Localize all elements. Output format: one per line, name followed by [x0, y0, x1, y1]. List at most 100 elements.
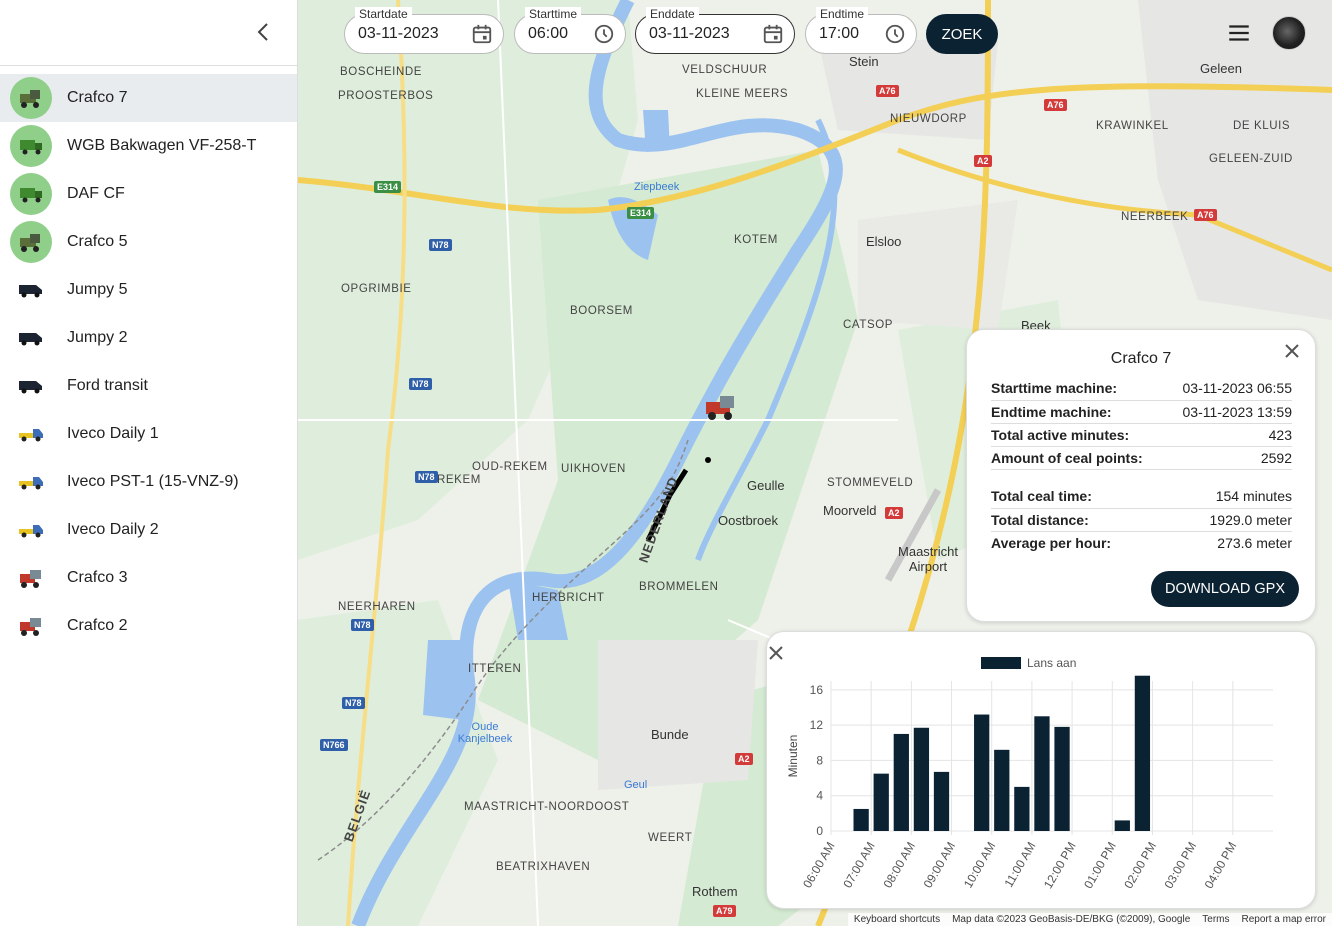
map-place-label: Geulle: [747, 478, 785, 493]
close-icon[interactable]: [767, 644, 785, 662]
map-place-label: BOORSEM: [570, 305, 633, 317]
info-value: 423: [1165, 423, 1292, 447]
x-tick-label: 01:00 PM: [1081, 840, 1119, 891]
chart-bar: [853, 808, 869, 831]
vehicle-list-item[interactable]: Ford transit: [0, 362, 297, 410]
x-tick-label: 06:00 AM: [800, 839, 837, 890]
info-row: Endtime machine: 03-11-2023 13:59: [991, 400, 1292, 424]
sidebar-header: [0, 0, 297, 66]
vehicle-list-item[interactable]: Iveco Daily 2: [0, 506, 297, 554]
y-tick-label: 12: [810, 718, 824, 732]
calendar-icon[interactable]: [471, 23, 493, 45]
road-shield: N78: [342, 697, 365, 709]
enddate-field[interactable]: Enddate: [635, 7, 795, 54]
vehicle-list-item[interactable]: Crafco 2: [0, 602, 297, 650]
info-value: 03-11-2023 13:59: [1165, 400, 1292, 424]
calendar-icon[interactable]: [762, 23, 784, 45]
chevron-left-icon[interactable]: [252, 20, 276, 44]
chart-bar: [1014, 786, 1030, 831]
legend-swatch: [981, 657, 1021, 669]
info-title: Crafco 7: [1110, 350, 1172, 367]
startdate-field[interactable]: Startdate: [344, 7, 504, 54]
endtime-input[interactable]: [819, 25, 879, 43]
road-shield: E314: [627, 207, 655, 219]
vehicle-list-item[interactable]: WGB Bakwagen VF-258-T: [0, 122, 297, 170]
map-place-label: BROMMELEN: [639, 581, 719, 593]
clock-icon[interactable]: [884, 23, 906, 45]
map-place-label: VELDSCHUUR: [682, 64, 768, 76]
vehicle-label: Crafco 3: [67, 569, 128, 586]
map-place-label: Geul: [624, 779, 648, 791]
road-shield: A76: [1194, 209, 1217, 221]
avatar[interactable]: [1272, 16, 1306, 50]
clock-icon[interactable]: [593, 23, 615, 45]
vehicle-label: WGB Bakwagen VF-258-T: [67, 137, 257, 154]
road-shield: A2: [735, 753, 753, 765]
map-place-label: BOSCHEINDE: [340, 66, 423, 78]
vehicle-list-item[interactable]: DAF CF: [0, 170, 297, 218]
chart-bar: [893, 733, 909, 831]
vehicle-list-item[interactable]: Jumpy 2: [0, 314, 297, 362]
info-key: Total ceal time:: [991, 485, 1166, 509]
starttime-field[interactable]: Starttime: [514, 7, 626, 54]
starttime-input[interactable]: [528, 25, 588, 43]
vehicle-list-item[interactable]: Iveco Daily 1: [0, 410, 297, 458]
map-place-label: Stein: [849, 54, 879, 69]
endtime-field[interactable]: Endtime: [805, 7, 917, 54]
enddate-input[interactable]: [649, 25, 739, 43]
startdate-label: Startdate: [355, 7, 412, 21]
green-truck-icon: [10, 125, 52, 167]
vehicle-list-item[interactable]: Jumpy 5: [0, 266, 297, 314]
chart-bar: [1134, 675, 1151, 831]
road-shield: N78: [429, 239, 452, 251]
road-shield: A2: [885, 507, 903, 519]
vehicle-list-item[interactable]: Crafco 3: [0, 554, 297, 602]
vehicle-label: Ford transit: [67, 377, 148, 394]
sidebar: Crafco 7 WGB Bakwagen VF-258-T DAF CF Crafc…: [0, 0, 298, 926]
crafco-machine-icon: [10, 221, 52, 263]
info-value: 1929.0 meter: [1165, 508, 1292, 532]
road-shield: N766: [320, 739, 348, 751]
map-place-label: GELEEN-ZUID: [1209, 153, 1293, 165]
map-place-label: KRAWINKEL: [1096, 120, 1169, 132]
x-tick-label: 11:00 AM: [1001, 839, 1038, 889]
startdate-input[interactable]: [358, 25, 448, 43]
vehicle-label: Iveco Daily 2: [67, 521, 159, 538]
x-tick-label: 02:00 PM: [1121, 840, 1159, 891]
info-key: Amount of ceal points:: [991, 446, 1166, 470]
info-key: Total distance:: [991, 508, 1166, 532]
map-place-label: Oostbroek: [718, 513, 778, 528]
report-error-link[interactable]: Report a map error: [1242, 914, 1326, 925]
vehicle-label: Crafco 2: [67, 617, 128, 634]
pickup-icon: [10, 413, 52, 455]
info-key: Total active minutes:: [991, 423, 1166, 447]
vehicle-list-item[interactable]: Iveco PST-1 (15-VNZ-9): [0, 458, 297, 506]
map-place-label: Elsloo: [866, 234, 902, 249]
info-key: Average per hour:: [991, 534, 1112, 551]
chart-bar: [1054, 726, 1070, 831]
info-key: Endtime machine:: [991, 400, 1166, 424]
map-place-label: HERBRICHT: [532, 592, 605, 604]
pickup-icon: [10, 509, 52, 551]
road-shield: A79: [713, 905, 736, 917]
chart-bar: [873, 773, 889, 831]
vehicle-list-item[interactable]: Crafco 7: [0, 74, 297, 122]
map-place-label: NIEUWDORP: [890, 113, 967, 125]
map-place-label: CATSOP: [843, 319, 894, 331]
download-gpx-button[interactable]: DOWNLOAD GPX: [1151, 571, 1299, 607]
map-place-label: NEERHAREN: [338, 601, 416, 613]
chart-bar: [994, 749, 1010, 831]
endtime-label: Endtime: [816, 7, 869, 21]
map-place-label: Oude Kanjelbeek: [457, 721, 513, 745]
x-tick-label: 09:00 AM: [921, 839, 958, 890]
x-tick-label: 04:00 PM: [1202, 840, 1240, 891]
vehicle-list-item[interactable]: Crafco 5: [0, 218, 297, 266]
terms-link[interactable]: Terms: [1202, 914, 1229, 925]
starttime-label: Starttime: [525, 7, 582, 21]
red-machine-icon: [10, 557, 52, 599]
hamburger-menu-icon[interactable]: [1226, 20, 1252, 46]
app: BOSCHEINDE PROOSTERBOS VELDSCHUUR KLEINE ME…: [0, 0, 1332, 926]
search-button[interactable]: ZOEK: [926, 14, 998, 54]
keyboard-shortcuts-link[interactable]: Keyboard shortcuts: [854, 914, 940, 925]
road-shield: N78: [351, 619, 374, 631]
